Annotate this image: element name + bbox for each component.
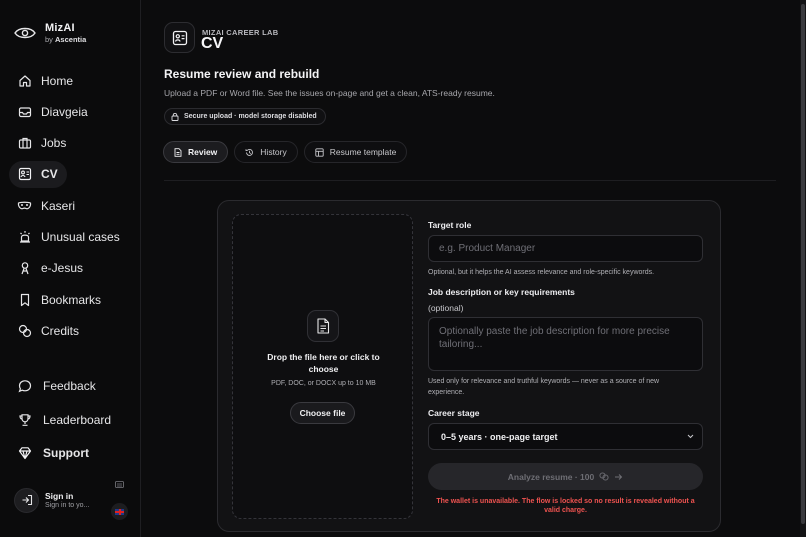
home-icon — [17, 73, 32, 88]
language-switcher[interactable] — [111, 503, 128, 520]
section-subtitle: Upload a PDF or Word file. See the issue… — [164, 88, 495, 98]
job-description-optional: (optional) — [428, 303, 464, 313]
analyze-label: Analyze resume · 100 — [507, 471, 595, 482]
eye-logo-icon — [14, 22, 36, 44]
nav-label: Leaderboard — [43, 412, 112, 427]
nav-label: Credits — [41, 323, 80, 338]
main-content: MIZAI CAREER LAB CV Resume review and re… — [141, 0, 806, 537]
tab-label: Review — [188, 147, 218, 157]
secure-upload-badge: Secure upload · model storage disabled — [164, 108, 326, 125]
choose-file-button[interactable]: Choose file — [290, 402, 355, 424]
brand[interactable]: MizAI by Ascentia — [14, 22, 86, 44]
login-icon — [14, 487, 39, 513]
brand-name: MizAI — [45, 22, 75, 34]
analyze-resume-button[interactable]: Analyze resume · 100 — [428, 463, 703, 490]
document-icon — [174, 147, 182, 157]
nav-item-home[interactable]: Home — [9, 67, 133, 94]
nav-item-feedback[interactable]: Feedback — [9, 372, 133, 400]
wallet-warning: The wallet is unavailable. The flow is l… — [436, 498, 695, 514]
nav-label: CV — [41, 167, 58, 182]
divider — [164, 180, 776, 181]
page-title: CV — [201, 35, 224, 52]
bookmark-icon — [17, 292, 32, 307]
sign-in-title: Sign in — [45, 491, 74, 501]
sign-in-subtitle: Sign in to yo... — [45, 502, 90, 509]
lock-icon — [171, 113, 179, 121]
dropzone-formats: PDF, DOC, or DOCX up to 10 MB — [271, 380, 376, 387]
target-role-hint: Optional, but it helps the AI assess rel… — [428, 269, 655, 276]
dropzone-title: Drop the file here or click to choose — [267, 352, 380, 374]
job-description-hint: Used only for relevance and truthful key… — [428, 378, 660, 396]
tab-label: History — [260, 147, 287, 157]
nav-item-diavgeia[interactable]: Diavgeia — [9, 98, 133, 125]
brand-by-name: Ascentia — [55, 35, 87, 44]
chat-bubble-icon — [17, 379, 32, 394]
tab-history[interactable]: History — [234, 141, 298, 163]
main-nav: Home Diavgeia Jobs CV Kaseri Unusual cas… — [9, 67, 133, 349]
nav-item-e-jesus[interactable]: e-Jesus — [9, 255, 133, 282]
nav-label: Unusual cases — [41, 229, 120, 244]
nav-item-credits[interactable]: Credits — [9, 317, 133, 344]
nav-label: Feedback — [43, 379, 96, 393]
secure-upload-text: Secure upload · model storage disabled — [184, 113, 317, 120]
review-card: Drop the file here or click to choose PD… — [217, 200, 721, 532]
secondary-nav: Feedback Leaderboard Support — [9, 372, 133, 473]
nav-label: Support — [43, 446, 89, 460]
job-description-placeholder: Optionally paste the job description for… — [439, 326, 670, 350]
target-role-label: Target role — [428, 220, 472, 230]
tab-review[interactable]: Review — [163, 141, 229, 163]
nav-item-unusual-cases[interactable]: Unusual cases — [9, 223, 133, 250]
nav-label: Bookmarks — [41, 292, 102, 307]
nav-item-kaseri[interactable]: Kaseri — [9, 192, 133, 219]
cv-header-icon — [164, 22, 195, 53]
id-card-icon — [17, 167, 32, 182]
siren-icon — [17, 229, 32, 244]
template-icon — [315, 147, 324, 157]
tab-label: Resume template — [329, 147, 397, 157]
nav-item-leaderboard[interactable]: Leaderboard — [9, 406, 133, 434]
chevron-down-icon — [687, 434, 694, 439]
inbox-icon — [17, 104, 32, 119]
nav-item-support[interactable]: Support — [9, 439, 133, 467]
sidebar: MizAI by Ascentia Home Diavgeia Jobs CV … — [0, 0, 141, 537]
career-stage-value: 0–5 years · one-page target — [441, 431, 558, 442]
coins-icon — [599, 472, 609, 481]
brand-by: by Ascentia — [45, 35, 86, 44]
nav-item-bookmarks[interactable]: Bookmarks — [9, 286, 133, 313]
arrow-right-icon — [615, 473, 623, 480]
target-role-placeholder: e.g. Product Manager — [439, 243, 536, 254]
career-stage-select[interactable]: 0–5 years · one-page target — [428, 423, 703, 450]
gem-icon — [17, 446, 32, 461]
target-role-input[interactable]: e.g. Product Manager — [428, 235, 703, 262]
nav-label: Diavgeia — [41, 104, 88, 119]
job-description-label: Job description or key requirements — [428, 287, 575, 297]
file-dropzone[interactable]: Drop the file here or click to choose PD… — [232, 214, 413, 519]
job-description-textarea[interactable]: Optionally paste the job description for… — [428, 317, 703, 371]
nav-label: e-Jesus — [41, 261, 84, 276]
briefcase-icon — [17, 136, 32, 151]
coins-icon — [17, 323, 32, 338]
scrollbar[interactable] — [800, 0, 806, 537]
trophy-icon — [17, 412, 32, 427]
nav-label: Jobs — [41, 136, 67, 151]
career-stage-label: Career stage — [428, 408, 480, 418]
mask-icon — [17, 198, 32, 213]
uk-flag-icon — [115, 508, 124, 515]
nav-label: Kaseri — [41, 198, 76, 213]
nav-item-jobs[interactable]: Jobs — [9, 130, 133, 157]
section-heading: Resume review and rebuild — [164, 67, 320, 81]
tab-resume-template[interactable]: Resume template — [303, 141, 408, 163]
nav-item-cv[interactable]: CV — [9, 160, 67, 188]
brand-by-prefix: by — [45, 35, 53, 44]
file-icon — [307, 310, 339, 342]
nav-label: Home — [41, 73, 74, 88]
person-icon — [17, 261, 32, 276]
tabs: Review History Resume template — [163, 141, 408, 163]
scrollbar-thumb[interactable] — [801, 4, 805, 524]
history-icon — [245, 148, 254, 156]
